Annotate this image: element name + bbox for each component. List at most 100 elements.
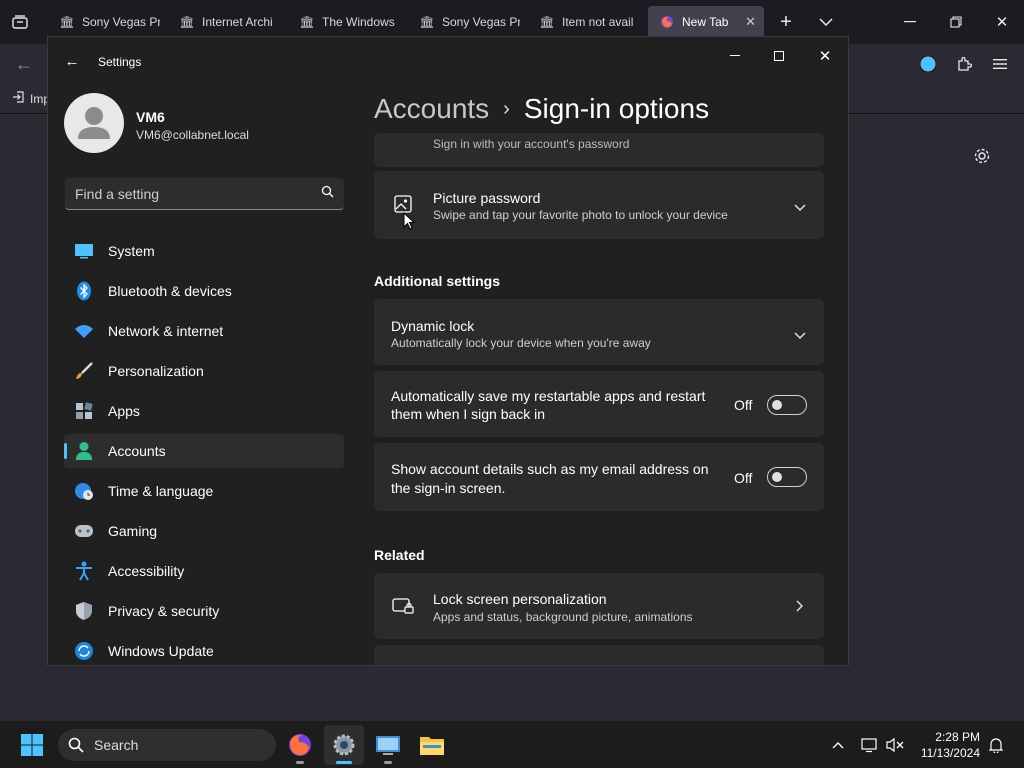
import-bookmarks-button[interactable]: Imp <box>12 91 50 106</box>
sidebar-item-privacy[interactable]: Privacy & security <box>64 594 344 628</box>
network-icon[interactable] <box>860 735 880 755</box>
sidebar-item-personalization[interactable]: Personalization <box>64 354 344 388</box>
picture-password-card[interactable]: Picture password Swipe and tap your favo… <box>374 171 824 239</box>
notification-bell-icon[interactable] <box>986 735 1006 755</box>
chevron-right-icon: › <box>503 97 510 120</box>
archive-icon: 🏛 <box>179 15 195 29</box>
close-icon[interactable]: ✕ <box>802 41 848 71</box>
firefox-icon <box>660 15 674 29</box>
chevron-down-icon[interactable] <box>794 327 806 345</box>
sidebar-item-label: Accessibility <box>108 563 185 579</box>
extensions-icon[interactable] <box>952 52 976 76</box>
card-title-line1: Show account details such as my email ad… <box>391 461 709 477</box>
sidebar-item-bluetooth[interactable]: Bluetooth & devices <box>64 274 344 308</box>
tab-label: New Tab <box>682 15 729 29</box>
gear-icon[interactable] <box>970 144 994 168</box>
restart-apps-toggle[interactable] <box>767 395 807 415</box>
taskbar-app-settings[interactable] <box>324 725 364 765</box>
password-card[interactable]: Sign in with your account's password <box>374 133 824 167</box>
account-icon[interactable] <box>916 52 940 76</box>
monitor-icon <box>74 241 94 261</box>
browser-tab-active[interactable]: New Tab ✕ <box>648 6 764 38</box>
chevron-up-icon[interactable] <box>828 735 848 755</box>
sidebar-item-label: Gaming <box>108 523 158 539</box>
running-indicator <box>384 761 392 764</box>
browser-tab[interactable]: 🏛 Sony Vegas Pr <box>48 6 160 38</box>
restart-apps-card: Automatically save my restartable apps a… <box>374 371 824 437</box>
sidebar-item-label: Personalization <box>108 363 204 379</box>
breadcrumb-parent[interactable]: Accounts <box>374 93 489 125</box>
sidebar-item-accounts[interactable]: Accounts <box>64 434 344 468</box>
browser-tab[interactable]: 🏛 Sony Vegas Pr <box>408 6 520 38</box>
card-title-line2: them when I sign back in <box>391 406 546 422</box>
search-box[interactable] <box>65 178 344 210</box>
window-title: Settings <box>98 55 142 69</box>
update-icon <box>74 641 94 661</box>
section-heading-additional: Additional settings <box>374 273 500 289</box>
back-arrow-icon[interactable]: ← <box>62 51 82 71</box>
card-title: Picture password <box>433 190 541 206</box>
dynamic-lock-card[interactable]: Dynamic lock Automatically lock your dev… <box>374 299 824 365</box>
account-details-card: Show account details such as my email ad… <box>374 443 824 511</box>
apps-icon <box>74 401 94 421</box>
browser-tab[interactable]: 🏛 The Windows <box>288 6 400 38</box>
sidebar-item-network[interactable]: Network & internet <box>64 314 344 348</box>
sidebar-item-label: Windows Update <box>108 643 214 659</box>
brush-icon <box>74 361 94 381</box>
system-clock[interactable]: 2:28 PM 11/13/2024 <box>921 729 980 761</box>
sidebar-item-gaming[interactable]: Gaming <box>64 514 344 548</box>
profile-email: VM6@collabnet.local <box>136 128 249 142</box>
search-icon[interactable] <box>321 185 334 203</box>
maximize-icon[interactable] <box>756 41 802 71</box>
minimize-icon[interactable] <box>712 41 758 71</box>
menu-icon[interactable] <box>988 52 1012 76</box>
chevron-right-icon[interactable] <box>796 599 804 617</box>
sidebar-item-time-language[interactable]: Time & language <box>64 474 344 508</box>
sidebar-item-system[interactable]: System <box>64 234 344 268</box>
tab-overview-icon[interactable] <box>8 10 32 34</box>
new-tab-icon[interactable]: + <box>774 10 798 34</box>
toggle-knob <box>772 400 782 410</box>
clock-time: 2:28 PM <box>935 730 980 744</box>
next-related-card[interactable] <box>374 645 824 665</box>
tab-label: Internet Archi <box>202 15 273 29</box>
tab-label: The Windows <box>322 15 395 29</box>
browser-tab[interactable]: 🏛 Internet Archi <box>168 6 280 38</box>
taskbar-app-file-explorer[interactable] <box>412 725 452 765</box>
taskbar-app-control-panel[interactable] <box>368 725 408 765</box>
list-tabs-icon[interactable] <box>814 10 838 34</box>
sidebar-item-windows-update[interactable]: Windows Update <box>64 634 344 665</box>
person-icon <box>74 441 94 461</box>
taskbar-search-label: Search <box>94 737 139 753</box>
toggle-knob <box>772 472 782 482</box>
page-title: Sign-in options <box>523 93 710 124</box>
volume-muted-icon[interactable] <box>884 735 906 755</box>
sidebar-item-label: System <box>108 243 155 259</box>
sidebar-item-apps[interactable]: Apps <box>64 394 344 428</box>
accessibility-icon <box>74 561 94 581</box>
sidebar-item-accessibility[interactable]: Accessibility <box>64 554 344 588</box>
taskbar-app-firefox[interactable] <box>280 725 320 765</box>
card-subtitle: Swipe and tap your favorite photo to unl… <box>433 208 728 222</box>
restore-icon[interactable] <box>942 10 970 34</box>
close-tab-icon[interactable]: ✕ <box>745 14 756 30</box>
card-title-line1: Automatically save my restartable apps a… <box>391 388 706 404</box>
search-input[interactable] <box>75 185 321 202</box>
back-arrow-icon[interactable]: ← <box>12 52 36 76</box>
section-heading-related: Related <box>374 547 425 563</box>
card-title: Lock screen personalization <box>433 591 607 607</box>
lock-screen-card[interactable]: Lock screen personalization Apps and sta… <box>374 573 824 639</box>
minimize-icon[interactable] <box>896 10 924 34</box>
start-button[interactable] <box>12 725 52 765</box>
browser-tab[interactable]: 🏛 Item not avail <box>528 6 640 38</box>
chevron-down-icon[interactable] <box>794 199 806 217</box>
settings-window: ← Settings ✕ VM6 VM6@collabnet.local Sys… <box>47 36 849 666</box>
close-window-icon[interactable]: ✕ <box>988 10 1016 34</box>
taskbar-search[interactable]: Search <box>58 729 276 761</box>
avatar[interactable] <box>64 93 124 153</box>
windows-icon <box>21 734 43 756</box>
card-title-line2: the sign-in screen. <box>391 480 506 496</box>
account-details-toggle[interactable] <box>767 467 807 487</box>
running-indicator <box>336 761 352 764</box>
archive-icon: 🏛 <box>539 15 555 29</box>
